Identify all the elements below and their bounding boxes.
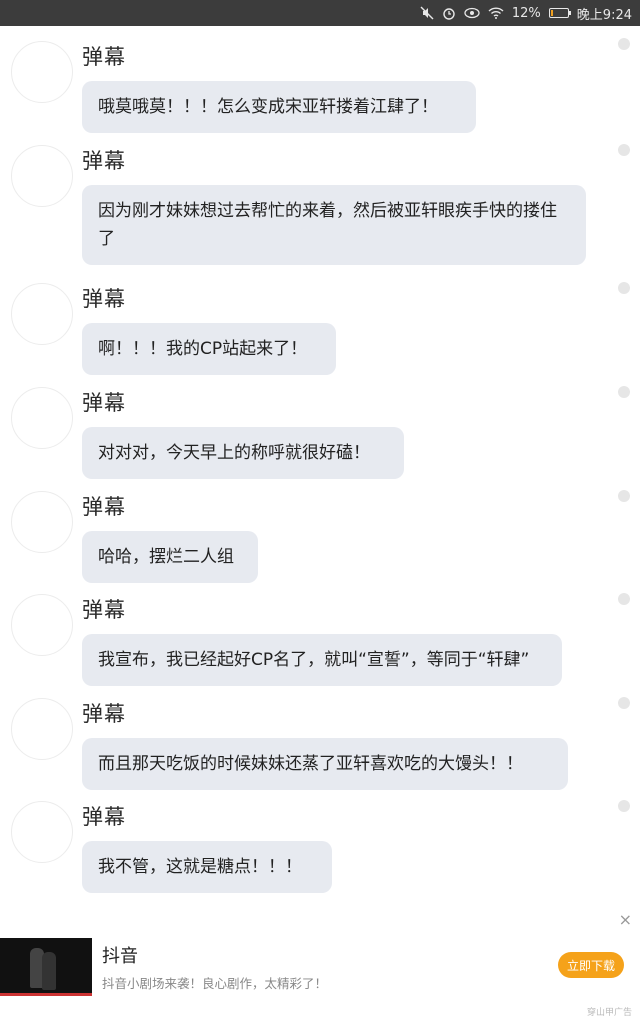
scroll-marker-dot — [618, 282, 630, 294]
scroll-marker-dot — [618, 490, 630, 502]
ad-description: 抖音小剧场来袭！良心剧作，太精彩了！ — [102, 976, 328, 991]
message-bubble: 啊！！！我的CP站起来了！ — [82, 323, 336, 375]
message-bubble: 我宣布，我已经起好CP名了，就叫“宣誓”，等同于“轩肆” — [82, 634, 562, 686]
scroll-marker-dot — [618, 144, 630, 156]
ad-banner[interactable]: × 抖音 抖音小剧场来袭！良心剧作，太精彩了！ 立即下载 穿山甲广告 — [0, 910, 640, 1024]
sender-name: 弹幕 — [82, 391, 126, 415]
alarm-icon — [442, 6, 456, 20]
scroll-marker-dot — [618, 38, 630, 50]
message-bubble: 哈哈，摆烂二人组 — [82, 531, 258, 583]
scroll-marker-dot — [618, 386, 630, 398]
battery-icon — [548, 8, 571, 18]
sender-name: 弹幕 — [82, 149, 126, 173]
scroll-marker-dot — [618, 697, 630, 709]
ad-title[interactable]: 抖音 — [102, 942, 138, 968]
sender-name: 弹幕 — [82, 287, 126, 311]
sender-name: 弹幕 — [82, 702, 126, 726]
thumbnail-figure — [42, 952, 56, 990]
status-bar: 12% 晚上9:24 — [0, 0, 640, 26]
avatar[interactable] — [11, 698, 73, 760]
message-bubble: 我不管，这就是糖点！！！ — [82, 841, 332, 893]
message-bubble: 对对对，今天早上的称呼就很好磕！ — [82, 427, 404, 479]
thumbnail-progress-bar — [0, 993, 92, 996]
scroll-marker-dot — [618, 800, 630, 812]
avatar[interactable] — [11, 145, 73, 207]
avatar[interactable] — [11, 594, 73, 656]
sender-name: 弹幕 — [82, 495, 126, 519]
sender-name: 弹幕 — [82, 45, 126, 69]
ad-source-label: 穿山甲广告 — [586, 1008, 632, 1018]
sender-name: 弹幕 — [82, 805, 126, 829]
avatar[interactable] — [11, 41, 73, 103]
avatar[interactable] — [11, 283, 73, 345]
avatar[interactable] — [11, 387, 73, 449]
clock-time: 晚上9:24 — [576, 7, 632, 23]
mute-icon — [420, 6, 434, 20]
message-bubble: 哦莫哦莫！！！怎么变成宋亚轩搂着江肆了！ — [82, 81, 476, 133]
ad-close-button[interactable]: × — [619, 910, 632, 929]
download-button[interactable]: 立即下载 — [558, 952, 624, 978]
eye-icon — [464, 7, 480, 19]
ad-thumbnail[interactable] — [0, 938, 92, 996]
message-bubble: 而且那天吃饭的时候妹妹还蒸了亚轩喜欢吃的大馒头！！ — [82, 738, 568, 790]
battery-percent: 12% — [511, 5, 541, 21]
sender-name: 弹幕 — [82, 598, 126, 622]
battery-fill — [550, 10, 553, 16]
wifi-icon — [488, 7, 504, 19]
avatar[interactable] — [11, 801, 73, 863]
scroll-marker-dot — [618, 593, 630, 605]
avatar[interactable] — [11, 491, 73, 553]
message-bubble: 因为刚才妹妹想过去帮忙的来着，然后被亚轩眼疾手快的搂住了 — [82, 185, 586, 265]
